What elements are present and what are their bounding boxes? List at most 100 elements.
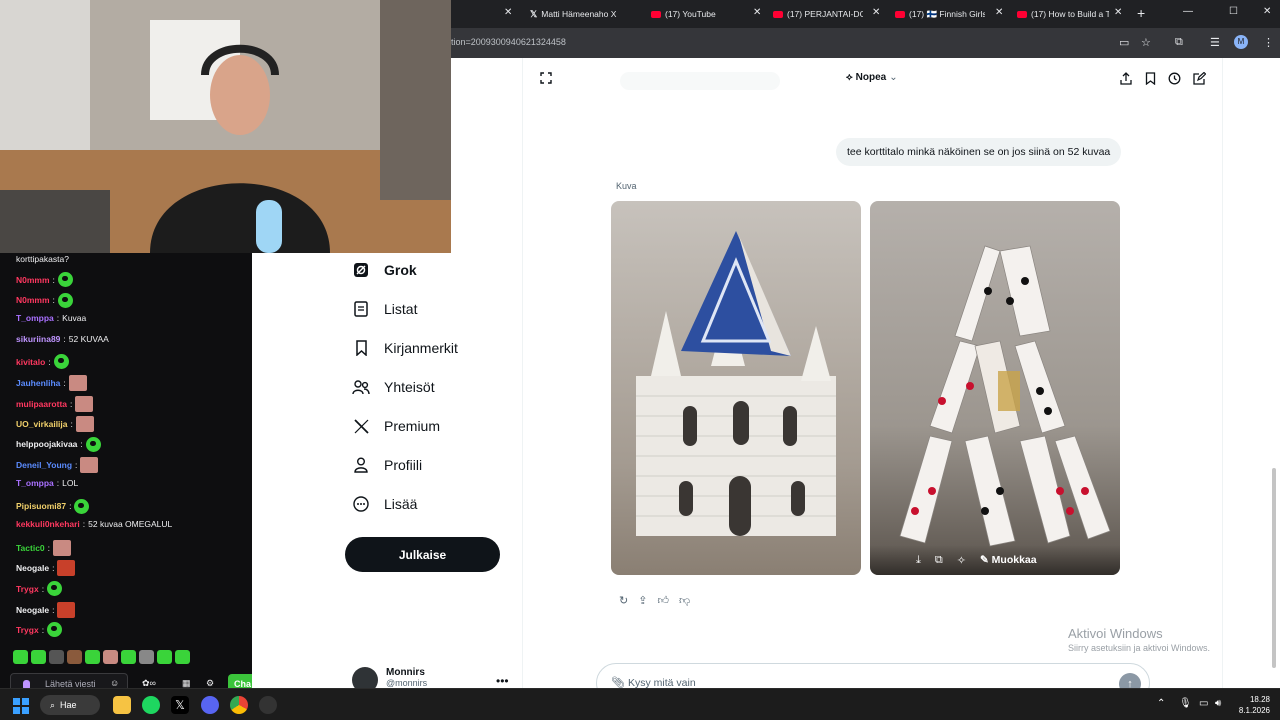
taskbar-search[interactable]: ⌕ Hae [40, 695, 100, 715]
maximize-icon[interactable]: ☐ [1229, 6, 1238, 17]
emote-icon[interactable] [13, 650, 28, 664]
tab-build[interactable]: (17) How to Build a T [1017, 4, 1109, 24]
sidebar-item-more[interactable]: Lisää [352, 495, 417, 513]
chat-username[interactable]: Pipisuomi87 [16, 501, 66, 511]
tab-close-icon[interactable]: ✕ [753, 7, 761, 18]
minimize-icon[interactable]: — [1183, 6, 1193, 17]
tab-x[interactable]: 𝕏 Matti Hämeenaho X [530, 4, 618, 24]
tab-close-icon[interactable]: ✕ [995, 7, 1003, 18]
spotify-icon[interactable] [142, 696, 160, 714]
chat-username[interactable]: Neogale [16, 605, 49, 615]
more-dots-icon[interactable]: ••• [496, 674, 509, 688]
chat-separator: : [52, 295, 55, 306]
discord-icon[interactable] [201, 696, 219, 714]
chat-username[interactable]: Jauhenliha [16, 378, 60, 388]
chat-username[interactable]: Neogale [16, 563, 49, 573]
chat-username[interactable]: Trygx [16, 625, 39, 635]
edit-button[interactable]: ✎ Muokkaa [980, 554, 1037, 566]
mode-selector[interactable]: ⟡ Nopea ⌄ [846, 72, 898, 83]
paperclip-icon[interactable]: 📎︎ [611, 676, 625, 688]
emote-icon[interactable] [157, 650, 172, 664]
emote-icon[interactable] [31, 650, 46, 664]
emoji-icon[interactable]: ☺ [110, 678, 119, 688]
chat-username[interactable]: kivitalo [16, 357, 45, 367]
scrollbar[interactable] [1272, 468, 1276, 668]
post-button[interactable]: Julkaise [345, 537, 500, 572]
expand-icon[interactable] [540, 72, 552, 87]
settings-icon[interactable]: ⚙ [206, 678, 214, 688]
sidebar-item-lists[interactable]: Listat [352, 300, 417, 318]
emote-icon[interactable] [139, 650, 154, 664]
tab-close-icon[interactable]: ✕ [872, 7, 880, 18]
new-chat-icon[interactable] [1193, 71, 1207, 88]
chat-username[interactable]: Tactic0 [16, 543, 45, 553]
chat-username[interactable]: N0mmm [16, 295, 50, 305]
chat-username[interactable]: T_omppa [16, 478, 54, 488]
obs-icon[interactable] [259, 696, 277, 714]
sidebar-item-bookmarks[interactable]: Kirjanmerkit [352, 339, 458, 357]
chrome-icon[interactable] [230, 696, 248, 714]
emote-icon[interactable] [103, 650, 118, 664]
send-arrow-icon[interactable]: ↑ [1119, 673, 1141, 688]
generated-image-card-house[interactable]: ⤓ ⧉ ✧ ✎ Muokkaa [870, 201, 1120, 575]
volume-icon[interactable]: 🔊︎ [1215, 698, 1221, 709]
emote-icon[interactable] [175, 650, 190, 664]
chat-username[interactable]: helppoojakivaa [16, 439, 77, 449]
tab-close-icon[interactable]: ✕ [1114, 7, 1122, 18]
x-app-icon[interactable]: 𝕏 [171, 696, 189, 714]
tab-close-icon[interactable]: ✕ [504, 7, 512, 18]
cast-icon[interactable]: ▭ [1119, 36, 1129, 49]
chat-username[interactable]: mulipaarotta [16, 399, 67, 409]
network-icon[interactable]: ▭ [1199, 698, 1208, 709]
chat-username[interactable]: Deneil_Young [16, 460, 72, 470]
chat-send-button[interactable]: Cha [228, 674, 252, 688]
ask-input[interactable]: 📎︎ Kysy mitä vain ↑ [596, 663, 1150, 688]
emote-icon[interactable] [67, 650, 82, 664]
chat-username[interactable]: N0mmm [16, 275, 50, 285]
tab-finnish-girls[interactable]: (17) 🇫🇮 Finnish Girls A [895, 4, 985, 24]
account-switcher[interactable]: Monnirs @monnirs [352, 667, 427, 688]
chat-username[interactable]: kekkuli0nkehari [16, 519, 80, 529]
bookmark-icon[interactable] [1145, 72, 1156, 88]
mic-icon[interactable] [23, 680, 30, 688]
browser-menu-icon[interactable]: ⋮ [1263, 36, 1274, 49]
share-icon[interactable] [1120, 72, 1132, 88]
thumbs-down-icon[interactable]: 👎︎ [679, 594, 690, 607]
url-text[interactable]: tion=2009300940621324458 [451, 37, 566, 47]
tab-youtube[interactable]: (17) YouTube [651, 4, 751, 24]
chat-username[interactable]: sikuriina89 [16, 334, 60, 344]
tab-perjantai[interactable]: (17) PERJANTAI-DOK [773, 4, 863, 24]
download-icon[interactable]: ⤓ [916, 554, 921, 567]
chat-username[interactable]: Trygx [16, 584, 39, 594]
bits-icon[interactable]: ✿∞ [142, 678, 156, 688]
sidebar-item-grok[interactable]: Grok [352, 261, 417, 279]
windows-start-icon[interactable] [13, 698, 29, 714]
thumbs-up-icon[interactable]: 👍︎ [657, 594, 669, 607]
share-icon[interactable]: ⇪ [638, 594, 647, 607]
tray-chevron-icon[interactable]: ⌃ [1157, 698, 1165, 709]
file-explorer-icon[interactable] [113, 696, 131, 714]
chat-username[interactable]: T_omppa [16, 313, 54, 323]
sidebar-item-profile[interactable]: Profiili [352, 456, 422, 474]
profile-avatar-icon[interactable]: M [1234, 35, 1248, 49]
copy-icon[interactable]: ⧉ [935, 554, 943, 567]
generated-image-castle[interactable] [611, 201, 861, 575]
emote-icon[interactable] [85, 650, 100, 664]
clock[interactable]: 18.28 8.1.2026 [1234, 694, 1270, 716]
reading-list-icon[interactable]: ☰ [1210, 36, 1220, 49]
sidebar-item-premium[interactable]: Premium [352, 417, 440, 435]
sidebar-item-label: Profiili [384, 457, 423, 473]
rewards-icon[interactable]: ▦ [182, 678, 191, 688]
emote-icon[interactable] [49, 650, 64, 664]
microphone-icon[interactable]: 🎙︎ [1179, 698, 1192, 709]
animate-icon[interactable]: ✧ [957, 554, 966, 567]
history-icon[interactable] [1168, 72, 1181, 88]
emote-icon[interactable] [121, 650, 136, 664]
star-icon[interactable]: ☆ [1141, 36, 1151, 49]
chat-username[interactable]: UO_virkailija [16, 419, 68, 429]
new-tab-icon[interactable]: + [1137, 5, 1145, 21]
extensions-icon[interactable]: ⧉ [1175, 36, 1183, 49]
sidebar-item-communities[interactable]: Yhteisöt [352, 378, 435, 396]
regenerate-icon[interactable]: ↻ [619, 594, 628, 607]
close-window-icon[interactable]: ✕ [1263, 6, 1271, 17]
